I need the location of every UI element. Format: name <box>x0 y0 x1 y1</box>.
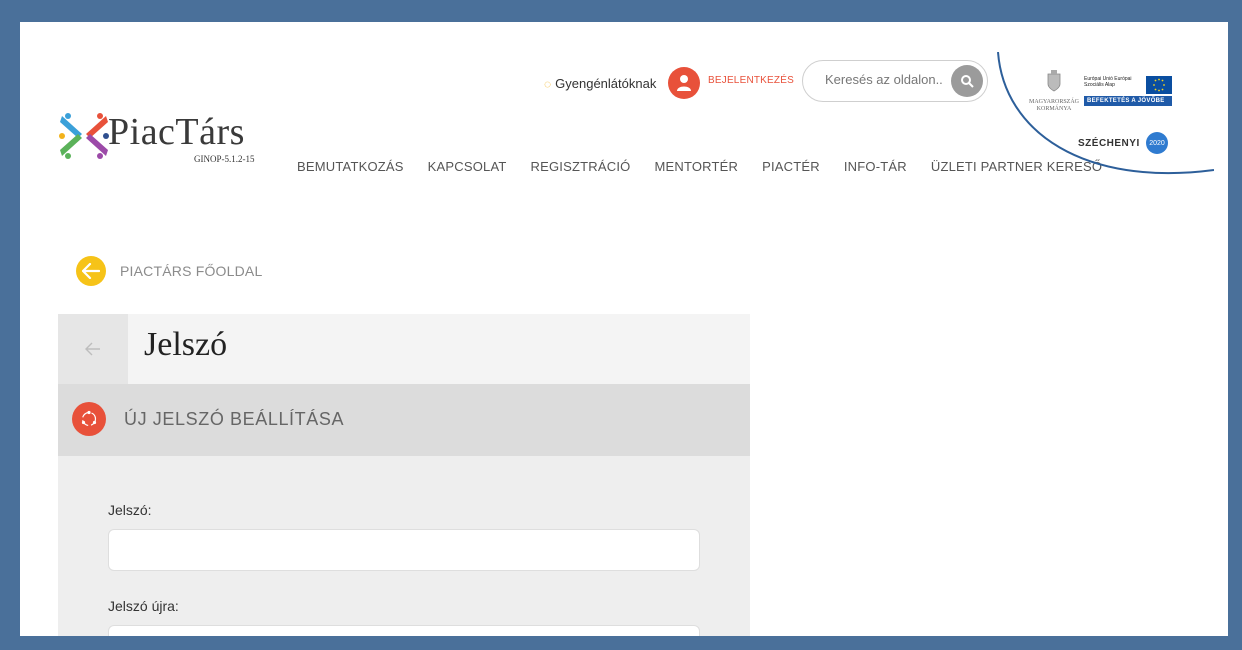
user-icon <box>677 75 691 91</box>
low-vision-link[interactable]: ◌ Gyengénlátóknak <box>544 76 656 91</box>
logo-text: PiacTárs <box>108 111 245 153</box>
password-panel: Jelszó ÚJ JELSZÓ BEÁLLÍTÁSA Jelszó: Jels… <box>58 314 750 636</box>
back-to-home-link[interactable]: PIACTÁRS FŐOLDAL <box>76 256 262 286</box>
hungary-government-text: MAGYARORSZÁG KORMÁNYA <box>1028 99 1079 112</box>
password-field[interactable] <box>108 529 700 571</box>
browser-content: PiacTárs GINOP-5.1.2-15 ◌ Gyengénlátókna… <box>20 22 1228 636</box>
password-confirm-label: Jelszó újra: <box>108 598 179 614</box>
glasses-icon: ◌ <box>544 76 552 91</box>
partner-arc-decoration <box>997 52 1214 175</box>
szechenyi-2020-badge: 2020 <box>1146 132 1168 154</box>
nav-item-mentorter[interactable]: MENTORTÉR <box>654 159 738 174</box>
section-header: ÚJ JELSZÓ BEÁLLÍTÁSA <box>58 384 750 456</box>
panel-header: Jelszó <box>58 314 750 384</box>
piactars-logo[interactable]: PiacTárs GINOP-5.1.2-15 <box>58 111 258 172</box>
hungary-government-logo: MAGYARORSZÁG KORMÁNYA <box>1028 70 1080 113</box>
password-confirm-field[interactable] <box>108 625 700 636</box>
logo-mark-icon <box>59 113 109 159</box>
nav-item-regisztracio[interactable]: REGISZTRÁCIÓ <box>531 159 631 174</box>
low-vision-label: Gyengénlátóknak <box>555 76 657 91</box>
password-label: Jelszó: <box>108 502 152 518</box>
nav-item-info-tar[interactable]: INFO-TÁR <box>844 159 907 174</box>
nav-item-kapcsolat[interactable]: KAPCSOLAT <box>428 159 507 174</box>
page-title: Jelszó <box>144 326 228 363</box>
eu-fund-logo: Európai Unió Európai Szociális Alap BEFE… <box>1084 76 1172 106</box>
panel-back-button[interactable] <box>58 314 128 384</box>
search-button[interactable] <box>951 65 983 97</box>
refresh-icon <box>72 402 106 436</box>
search-box <box>802 60 988 102</box>
logo-subtitle: GINOP-5.1.2-15 <box>194 154 255 164</box>
eu-fund-text: Európai Unió Európai Szociális Alap <box>1084 76 1132 88</box>
eu-fund-band: BEFEKTETÉS A JÖVŐBE <box>1084 96 1172 106</box>
arrow-left-icon <box>85 342 100 356</box>
eu-flag-icon <box>1146 76 1172 94</box>
login-button[interactable] <box>668 67 700 99</box>
arrow-left-icon <box>76 256 106 286</box>
nav-item-bemutatkozas[interactable]: BEMUTATKOZÁS <box>297 159 404 174</box>
crest-icon <box>1047 70 1061 92</box>
back-to-home-label: PIACTÁRS FŐOLDAL <box>120 263 263 279</box>
login-label[interactable]: BEJELENTKEZÉS <box>708 75 794 86</box>
nav-item-piacter[interactable]: PIACTÉR <box>762 159 820 174</box>
section-title: ÚJ JELSZÓ BEÁLLÍTÁSA <box>124 409 345 429</box>
search-input[interactable] <box>823 71 945 88</box>
panel-title-area: Jelszó <box>128 314 750 384</box>
search-icon <box>961 75 974 88</box>
szechenyi-logo-text: SZÉCHENYI <box>1078 138 1140 149</box>
